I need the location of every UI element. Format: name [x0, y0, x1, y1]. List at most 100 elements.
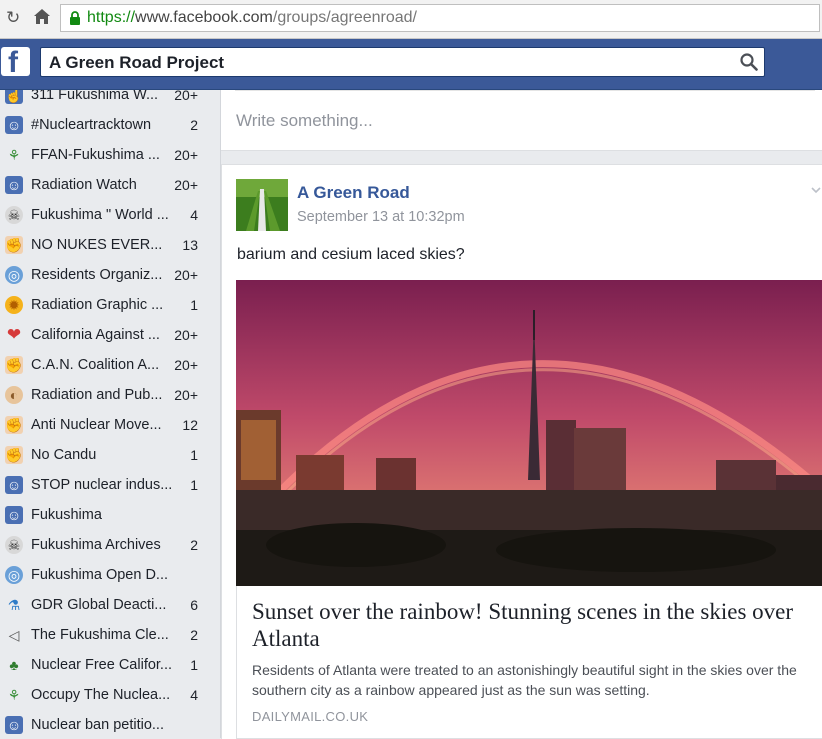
plant-icon: ⚘ — [7, 687, 21, 703]
heart-icon: ❤ — [6, 325, 22, 344]
sidebar-group-name: No Candu — [31, 447, 97, 463]
tree-icon: ♣ — [9, 657, 19, 673]
sidebar-group-count: 20+ — [174, 147, 198, 163]
post-timestamp[interactable]: September 13 at 10:32pm — [297, 209, 465, 225]
sidebar-group-name: C.A.N. Coalition A... — [31, 357, 160, 373]
sidebar-group-name: GDR Global Deacti... — [31, 597, 167, 613]
sidebar-group-name: Residents Organiz... — [31, 267, 163, 283]
sidebar-group-item[interactable]: ☝ 311 Fukushima W... 20+ — [0, 90, 205, 111]
sidebar-group-name: #Nucleartracktown — [31, 117, 152, 133]
sidebar-group-item[interactable]: ✊ Anti Nuclear Move... 12 — [0, 411, 205, 441]
sidebar-group-name: FFAN-Fukushima ... — [31, 147, 160, 163]
sidebar-group-item[interactable]: ◎ Fukushima Open D... — [0, 561, 205, 591]
link-preview-card[interactable]: Sunset over the rainbow! Stunning scenes… — [236, 586, 822, 739]
sidebar-group-name: Radiation Graphic ... — [31, 297, 164, 313]
sidebar-group-count: 20+ — [174, 357, 198, 373]
sidebar-group-count: 1 — [190, 657, 198, 673]
groups-sidebar: ☝ 311 Fukushima W... 20+ ☺ #Nucleartracktown… — [0, 90, 221, 738]
sidebar-group-item[interactable]: ✊ C.A.N. Coalition A... 20+ — [0, 351, 205, 381]
lock-icon — [70, 11, 80, 25]
fist-icon: ✊ — [5, 446, 23, 464]
sidebar-group-count: 6 — [190, 597, 198, 613]
facebook-logo-icon[interactable]: f — [1, 46, 30, 79]
sidebar-group-name: Fukushima Open D... — [31, 567, 168, 583]
post-text: barium and cesium laced skies? — [237, 246, 465, 263]
sidebar-group-item[interactable]: ◁ The Fukushima Cle... 2 — [0, 621, 205, 651]
sidebar-group-count: 4 — [190, 687, 198, 703]
sidebar-group-name: Radiation and Pub... — [31, 387, 163, 403]
url-text: https://www.facebook.com/groups/agreenro… — [87, 9, 417, 26]
sidebar-group-name: Nuclear Free Califor... — [31, 657, 173, 673]
sidebar-group-count: 1 — [190, 447, 198, 463]
sidebar-group-name: Radiation Watch — [31, 177, 137, 193]
sidebar-group-item[interactable]: ✊ No Candu 1 — [0, 441, 205, 471]
megaphone-icon: ◁ — [8, 627, 20, 643]
sidebar-group-item[interactable]: ⚗ GDR Global Deacti... 6 — [0, 591, 205, 621]
sidebar-group-count: 12 — [182, 417, 198, 433]
sidebar-group-name: Occupy The Nuclea... — [31, 687, 171, 703]
sidebar-group-item[interactable]: ◐ Radiation and Pub... 20+ — [0, 381, 205, 411]
globe-icon: ◎ — [5, 566, 23, 584]
sidebar-group-item[interactable]: ✊ NO NUKES EVER... 13 — [0, 231, 205, 261]
search-icon[interactable] — [740, 53, 758, 71]
link-description: Residents of Atlanta were treated to an … — [252, 662, 797, 698]
link-title[interactable]: Sunset over the rainbow! Stunning scenes… — [252, 598, 817, 652]
sidebar-group-item[interactable]: ✹ Radiation Graphic ... 1 — [0, 291, 205, 321]
sidebar-group-name: Fukushima " World ... — [31, 207, 169, 223]
feed-post: A Green Road September 13 at 10:32pm bar… — [221, 164, 822, 739]
sidebar-group-item[interactable]: ◎ Residents Organiz... 20+ — [0, 261, 205, 291]
sidebar-group-count: 20+ — [174, 327, 198, 343]
group-icon: ☺ — [5, 116, 23, 134]
sidebar-group-name: Nuclear ban petitio... — [31, 717, 164, 733]
group-icon: ☺ — [5, 176, 23, 194]
sidebar-group-item[interactable]: ☠ Fukushima Archives 2 — [0, 531, 205, 561]
thumb-icon: ☝ — [5, 90, 23, 104]
sidebar-group-count: 4 — [190, 207, 198, 223]
reload-icon[interactable]: ↻ — [6, 8, 20, 28]
fist-icon: ✊ — [5, 416, 23, 434]
browser-toolbar: ↻ https://www.facebook.com/groups/agreen… — [0, 0, 822, 39]
post-composer[interactable]: Write something... — [221, 90, 822, 151]
avatar[interactable] — [236, 179, 288, 231]
home-icon[interactable] — [33, 8, 51, 30]
sidebar-group-count: 1 — [190, 477, 198, 493]
sidebar-group-item[interactable]: ⚘ Occupy The Nuclea... 4 — [0, 681, 205, 711]
sidebar-group-item[interactable]: ☺ Nuclear ban petitio... — [0, 711, 205, 738]
sidebar-group-item[interactable]: ♣ Nuclear Free Califor... 1 — [0, 651, 205, 681]
sidebar-group-name: Anti Nuclear Move... — [31, 417, 162, 433]
flask-icon: ⚗ — [7, 597, 21, 613]
link-source: DAILYMAIL.CO.UK — [252, 709, 369, 724]
globe-icon: ◎ — [5, 266, 23, 284]
sidebar-group-count: 2 — [190, 117, 198, 133]
sidebar-group-item[interactable]: ☠ Fukushima " World ... 4 — [0, 201, 205, 231]
sidebar-group-name: 311 Fukushima W... — [31, 90, 159, 103]
fist-icon: ✊ — [5, 356, 23, 374]
group-icon: ☺ — [5, 716, 23, 734]
skull-icon: ☠ — [5, 206, 23, 224]
plant-icon: ⚘ — [7, 147, 21, 163]
skull-icon: ☠ — [5, 536, 23, 554]
sidebar-group-item[interactable]: ☺ #Nucleartracktown 2 — [0, 111, 205, 141]
sidebar-group-item[interactable]: ❤ California Against ... 20+ — [0, 321, 205, 351]
search-input[interactable]: A Green Road Project — [40, 47, 765, 77]
facebook-header: f A Green Road Project — [0, 39, 822, 90]
sidebar-group-name: California Against ... — [31, 327, 160, 343]
chevron-down-icon[interactable] — [811, 185, 821, 195]
sidebar-group-name: STOP nuclear indus... — [31, 477, 173, 493]
sidebar-group-name: The Fukushima Cle... — [31, 627, 169, 643]
sidebar-group-name: NO NUKES EVER... — [31, 237, 163, 253]
sidebar-group-count: 20+ — [174, 387, 198, 403]
sidebar-group-count: 2 — [190, 537, 198, 553]
group-icon: ☺ — [5, 476, 23, 494]
sidebar-group-item[interactable]: ⚘ FFAN-Fukushima ... 20+ — [0, 141, 205, 171]
sidebar-group-name: Fukushima Archives — [31, 537, 161, 553]
composer-placeholder[interactable]: Write something... — [236, 111, 373, 131]
sidebar-group-item[interactable]: ☺ Radiation Watch 20+ — [0, 171, 205, 201]
sidebar-group-item[interactable]: ☺ Fukushima — [0, 501, 205, 531]
address-bar[interactable]: https://www.facebook.com/groups/agreenro… — [60, 4, 820, 32]
fist-icon: ✊ — [5, 236, 23, 254]
sidebar-group-item[interactable]: ☺ STOP nuclear indus... 1 — [0, 471, 205, 501]
sidebar-group-count: 1 — [190, 297, 198, 313]
post-author[interactable]: A Green Road — [297, 183, 410, 203]
link-preview-image[interactable] — [236, 280, 822, 586]
